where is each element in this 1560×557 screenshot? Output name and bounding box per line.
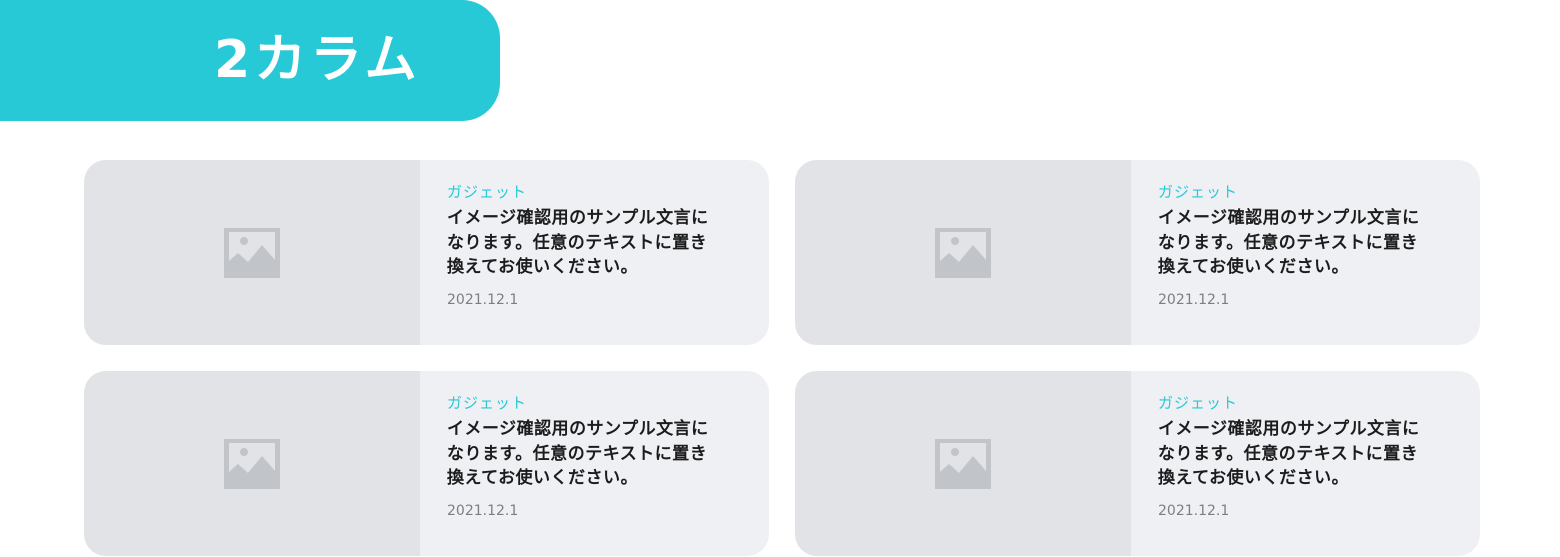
card-title-line: イメージ確認用のサンプル文言に: [1158, 419, 1420, 439]
card-title-line: なります。任意のテキストに置き: [447, 443, 708, 464]
card-title-line: 換えてお使いください。: [1158, 468, 1350, 488]
image-placeholder-icon: [224, 438, 280, 489]
card-thumbnail: [84, 160, 420, 345]
card-thumbnail: [795, 371, 1131, 556]
card-category[interactable]: ガジェット: [1158, 180, 1468, 204]
card-date: 2021.12.1: [1158, 502, 1230, 519]
card-thumbnail: [795, 160, 1131, 345]
card-title-line: 換えてお使いください。: [1158, 257, 1350, 277]
card-title[interactable]: イメージ確認用のサンプル文言に なります。任意のテキストに置き 換えてお使いくだ…: [1158, 206, 1468, 280]
card-title-line: なります。任意のテキストに置き: [1158, 232, 1419, 253]
article-card[interactable]: ガジェット イメージ確認用のサンプル文言に なります。任意のテキストに置き 換え…: [84, 371, 769, 556]
card-title-line: イメージ確認用のサンプル文言に: [447, 419, 709, 439]
image-placeholder-icon: [935, 227, 991, 278]
card-date: 2021.12.1: [447, 502, 519, 519]
card-title-line: イメージ確認用のサンプル文言に: [1158, 208, 1420, 228]
card-title[interactable]: イメージ確認用のサンプル文言に なります。任意のテキストに置き 換えてお使いくだ…: [447, 206, 757, 280]
card-title[interactable]: イメージ確認用のサンプル文言に なります。任意のテキストに置き 換えてお使いくだ…: [447, 417, 757, 491]
card-category[interactable]: ガジェット: [447, 391, 757, 415]
card-title-line: 換えてお使いください。: [447, 468, 639, 488]
section-title: 2カラム: [214, 30, 421, 90]
card-body: ガジェット イメージ確認用のサンプル文言に なります。任意のテキストに置き 換え…: [447, 391, 757, 521]
card-body: ガジェット イメージ確認用のサンプル文言に なります。任意のテキストに置き 換え…: [447, 180, 757, 310]
article-card[interactable]: ガジェット イメージ確認用のサンプル文言に なります。任意のテキストに置き 換え…: [84, 160, 769, 345]
card-thumbnail: [84, 371, 420, 556]
article-card[interactable]: ガジェット イメージ確認用のサンプル文言に なります。任意のテキストに置き 換え…: [795, 160, 1480, 345]
card-body: ガジェット イメージ確認用のサンプル文言に なります。任意のテキストに置き 換え…: [1158, 391, 1468, 521]
card-title[interactable]: イメージ確認用のサンプル文言に なります。任意のテキストに置き 換えてお使いくだ…: [1158, 417, 1468, 491]
article-card[interactable]: ガジェット イメージ確認用のサンプル文言に なります。任意のテキストに置き 換え…: [795, 371, 1480, 556]
card-title-line: イメージ確認用のサンプル文言に: [447, 208, 709, 228]
card-date: 2021.12.1: [1158, 291, 1230, 308]
card-grid: ガジェット イメージ確認用のサンプル文言に なります。任意のテキストに置き 換え…: [84, 160, 1480, 556]
card-date: 2021.12.1: [447, 291, 519, 308]
card-title-line: 換えてお使いください。: [447, 257, 639, 277]
card-category[interactable]: ガジェット: [447, 180, 757, 204]
card-title-line: なります。任意のテキストに置き: [1158, 443, 1419, 464]
image-placeholder-icon: [224, 227, 280, 278]
card-category[interactable]: ガジェット: [1158, 391, 1468, 415]
image-placeholder-icon: [935, 438, 991, 489]
card-body: ガジェット イメージ確認用のサンプル文言に なります。任意のテキストに置き 換え…: [1158, 180, 1468, 310]
card-title-line: なります。任意のテキストに置き: [447, 232, 708, 253]
section-header-tab: 2カラム: [0, 0, 500, 121]
